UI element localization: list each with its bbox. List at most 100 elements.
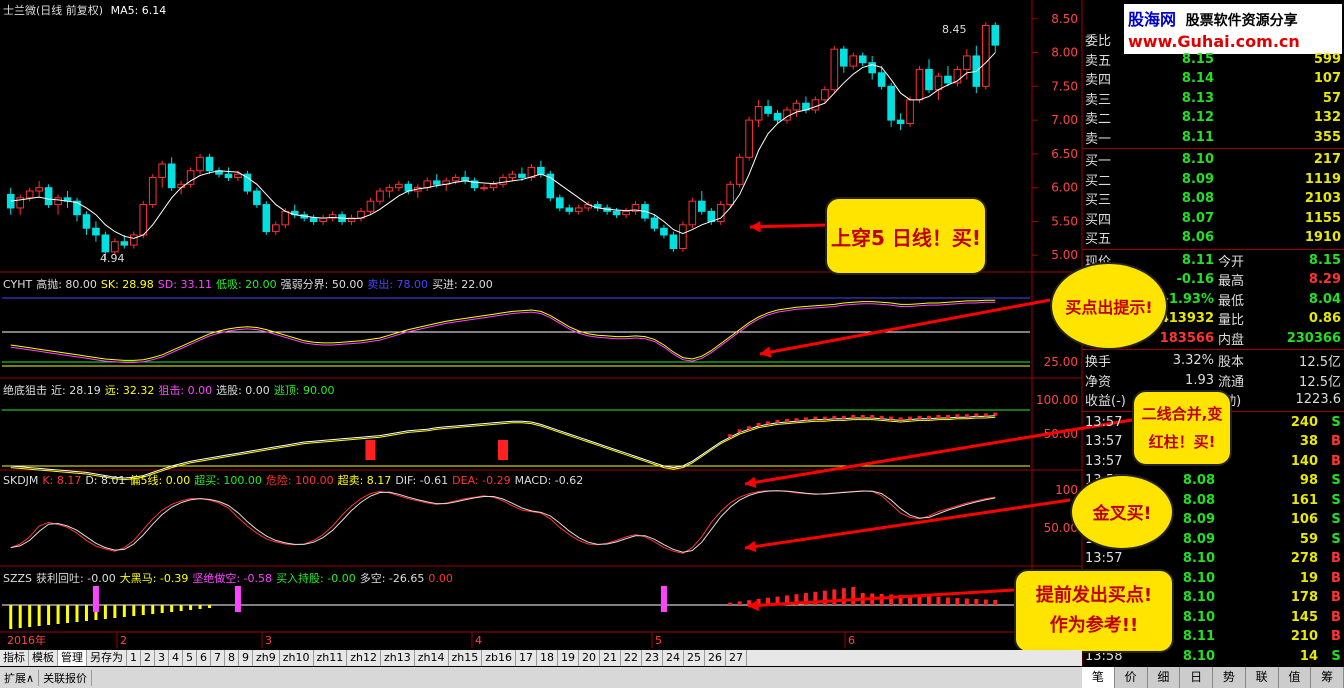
indicator-tab[interactable]: 1 [127,650,141,666]
jdzj-value: 远: 32.32 [104,384,155,397]
candle-body [830,48,839,91]
indicator-tab[interactable]: 27 [726,650,748,666]
indicator-tab[interactable]: 管理 [58,650,87,666]
stat-label: 最低 [1218,293,1245,309]
indicator-tab[interactable]: zh11 [314,650,348,666]
order-level: 买三 [1085,193,1112,209]
indicator-tab[interactable]: 模板 [29,650,58,666]
szzs-value: 获利回吐: -0.00 [36,572,116,585]
indicator-tab[interactable]: 25 [684,650,706,666]
right-tab[interactable]: 联 [1246,667,1279,688]
szzs-yellow-bar [189,605,193,610]
indicator-tab[interactable]: zh10 [280,650,314,666]
szzs-red-bar [851,587,856,605]
indicator-tab[interactable]: 3 [155,650,169,666]
price-tick-label: 6.00 [1051,181,1078,195]
indicator-tab[interactable]: 22 [621,650,643,666]
right-tab[interactable]: 势 [1213,667,1246,688]
candle-body [366,200,375,212]
tick-side: B [1331,570,1341,586]
tick-side: S [1331,531,1341,547]
jdzj-value: 近: 28.19 [51,384,101,397]
jdzj-name: 绝底狙击 [3,384,47,397]
skdjm-value: K: 8.17 [42,474,82,487]
candle-body [234,173,242,179]
szzs-red-bar [993,600,998,605]
candle-body [925,68,933,91]
jdzj-value: 选股: 0.00 [216,384,270,397]
order-volume: 1119 [1304,171,1341,187]
quote-header: 委比 [1082,30,1344,50]
jdzj-value: 逃顶: 90.00 [273,384,335,397]
indicator-tab[interactable]: zb16 [482,650,517,666]
szzs-yellow-bar [66,605,70,623]
szzs-yellow-bar [141,605,145,615]
jdzj-red-bar [936,415,941,418]
indicator-tab[interactable]: 23 [642,650,664,666]
indicator-tab[interactable]: zh15 [449,650,483,666]
expand-button[interactable]: 扩展∧ [0,669,40,686]
candle-body [25,190,34,199]
right-tab[interactable]: 日 [1180,667,1213,688]
candle-body [92,227,100,236]
right-tab[interactable]: 筹 [1311,667,1344,688]
indicator-tab[interactable]: zh13 [381,650,415,666]
jdzj-red-bar [860,415,865,418]
indicator-tab[interactable]: 5 [183,650,197,666]
right-tab[interactable]: 值 [1279,667,1312,688]
tick-volume: 140 [1290,453,1318,469]
candle-body [120,241,129,246]
right-tab[interactable]: 价 [1115,667,1148,688]
candle-body [915,68,924,101]
indicator-tab[interactable]: 指标 [0,650,29,666]
indicator-tab[interactable]: 24 [663,650,685,666]
fundamental-label: 收益(-) [1085,394,1126,410]
indicator-tab[interactable]: zh14 [415,650,449,666]
candle-body [565,207,574,212]
related-quote-button[interactable]: 关联报价 [39,669,93,686]
indicator-tab[interactable]: 8 [225,650,239,666]
indicator-tab[interactable]: zh12 [347,650,381,666]
price-tick-label: 6.50 [1051,147,1078,161]
indicator-tab[interactable]: 17 [516,650,538,666]
stat-label: 最高 [1218,274,1245,290]
candle-body [518,173,526,179]
szzs-yellow-bar [132,605,136,616]
order-row: 卖四 8.14 107 [1082,69,1344,89]
right-tab[interactable]: 笔 [1082,667,1115,688]
right-tab[interactable]: 细 [1148,667,1181,688]
candle-body [158,163,167,179]
jdzj-axis-100: 100.00 [1036,393,1078,407]
indicator-tab[interactable]: 7 [211,650,225,666]
jdzj-red-bar [813,416,818,420]
indicator-tab[interactable]: 4 [169,650,183,666]
cyht-value: 买进: 22.00 [432,278,493,291]
candle-body [451,177,460,182]
cyht-value: 低吸: 20.00 [215,278,277,291]
order-row: 卖三 8.13 57 [1082,89,1344,109]
callout-early-signal: 提前发出买点! 作为参考!! [1014,569,1174,653]
indicator-tab[interactable]: 2 [141,650,155,666]
candle-body [101,234,110,253]
indicator-tab[interactable]: 20 [579,650,601,666]
high-label: 8.45 [942,23,967,36]
logo-sub: 股票软件资源分享 [1185,13,1298,29]
indicator-tab[interactable]: zh9 [253,650,280,666]
skdjm-d-line [10,490,996,553]
szzs-value: 坚绝做空: -0.58 [192,572,273,585]
szzs-red-bar [737,601,742,605]
indicator-tab[interactable]: 26 [705,650,727,666]
indicator-tab[interactable]: 19 [558,650,580,666]
order-level: 卖五 [1085,53,1112,69]
order-row: 买四 8.07 1155 [1082,209,1344,229]
skdjm-k-line [10,490,996,554]
stat-value: 0.86 [1308,311,1341,327]
indicator-tab[interactable]: 6 [197,650,211,666]
candle-body [896,119,905,124]
indicator-tab[interactable]: 另存为 [87,650,127,666]
order-level: 卖四 [1085,73,1112,89]
indicator-tab[interactable]: 21 [600,650,622,666]
indicator-tab[interactable]: 9 [239,650,253,666]
candle-body [839,48,848,67]
indicator-tab[interactable]: 18 [537,650,559,666]
